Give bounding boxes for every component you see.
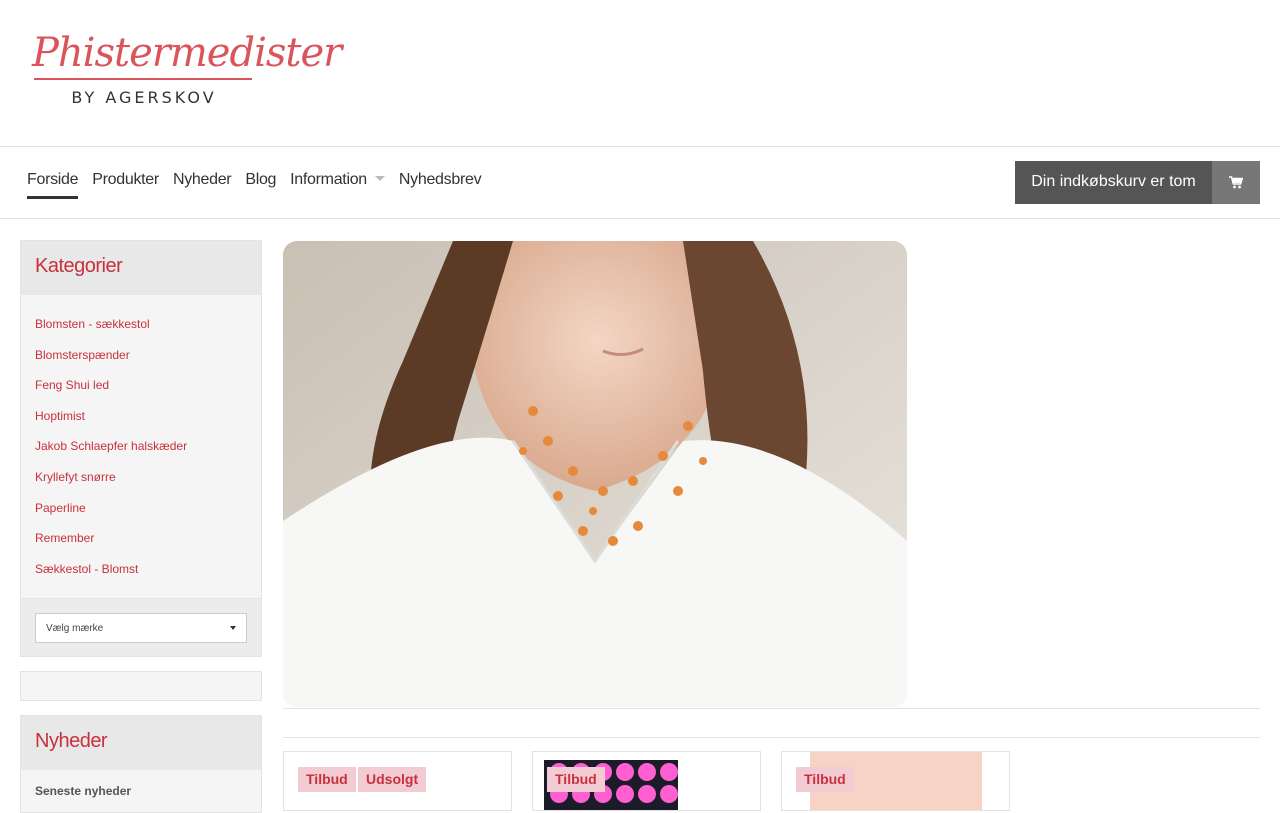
shopping-cart-icon[interactable] (1212, 161, 1260, 204)
hero-banner-image[interactable] (283, 241, 907, 707)
category-link[interactable]: Paperline (35, 499, 247, 530)
sold-out-badge: Udsolgt (358, 767, 427, 792)
cart-button[interactable]: Din indkøbskurv er tom (1015, 161, 1260, 204)
sidebar: Kategorier Blomsten - sækkestol Blomster… (20, 240, 262, 813)
cart-label: Din indkøbskurv er tom (1031, 173, 1196, 190)
brand-select[interactable]: Vælg mærke (35, 613, 247, 644)
category-link[interactable]: Kryllefyt snørre (35, 468, 247, 499)
categories-title: Kategorier (21, 241, 261, 295)
categories-panel: Kategorier Blomsten - sækkestol Blomster… (20, 240, 262, 658)
nav-item-information-label: Information (290, 171, 367, 188)
nav-item-nyhedsbrev[interactable]: Nyhedsbrev (399, 171, 482, 199)
empty-panel (20, 671, 262, 702)
nav-item-produkter[interactable]: Produkter (92, 171, 159, 199)
sale-badge: Tilbud (796, 767, 854, 792)
category-link[interactable]: Hoptimist (35, 407, 247, 438)
nav-item-information[interactable]: Information (290, 171, 385, 199)
logo-title: Phistermedister (32, 30, 342, 76)
caret-down-icon (374, 176, 385, 181)
nav-item-blog[interactable]: Blog (245, 171, 276, 199)
brand-filter: Vælg mærke (21, 598, 261, 657)
category-link[interactable]: Feng Shui led (35, 376, 247, 407)
nav-item-nyheder[interactable]: Nyheder (173, 171, 232, 199)
product-card[interactable]: Tilbud (532, 751, 761, 811)
categories-list: Blomsten - sækkestol Blomsterspænder Fen… (21, 295, 261, 598)
category-link[interactable]: Sækkestol - Blomst (35, 560, 247, 591)
sale-badge: Tilbud (298, 767, 356, 792)
main-nav: Forside Produkter Nyheder Blog Informati… (27, 171, 495, 199)
logo[interactable]: Phistermedister BY AGERSKOV (32, 30, 342, 110)
brand-select-value: Vælg mærke (46, 622, 104, 634)
site-header: Phistermedister BY AGERSKOV (0, 0, 1280, 147)
product-card[interactable]: Tilbud (781, 751, 1010, 811)
product-card[interactable]: Tilbud Udsolgt (283, 751, 512, 811)
caret-down-icon (230, 626, 236, 631)
category-link[interactable]: Jakob Schlaepfer halskæder (35, 437, 247, 468)
category-link[interactable]: Remember (35, 529, 247, 560)
news-subtitle: Seneste nyheder (35, 784, 132, 799)
category-link[interactable]: Blomsterspænder (35, 346, 247, 377)
news-panel: Nyheder Seneste nyheder (20, 715, 262, 813)
category-link[interactable]: Blomsten - sækkestol (35, 315, 247, 346)
news-title: Nyheder (21, 716, 261, 771)
navbar: Forside Produkter Nyheder Blog Informati… (0, 147, 1280, 219)
divider (283, 737, 1260, 738)
sale-badge: Tilbud (547, 767, 605, 792)
logo-underline (34, 78, 252, 80)
divider (283, 708, 1260, 709)
logo-tagline: BY AGERSKOV (71, 88, 217, 107)
nav-item-forside[interactable]: Forside (27, 171, 79, 199)
